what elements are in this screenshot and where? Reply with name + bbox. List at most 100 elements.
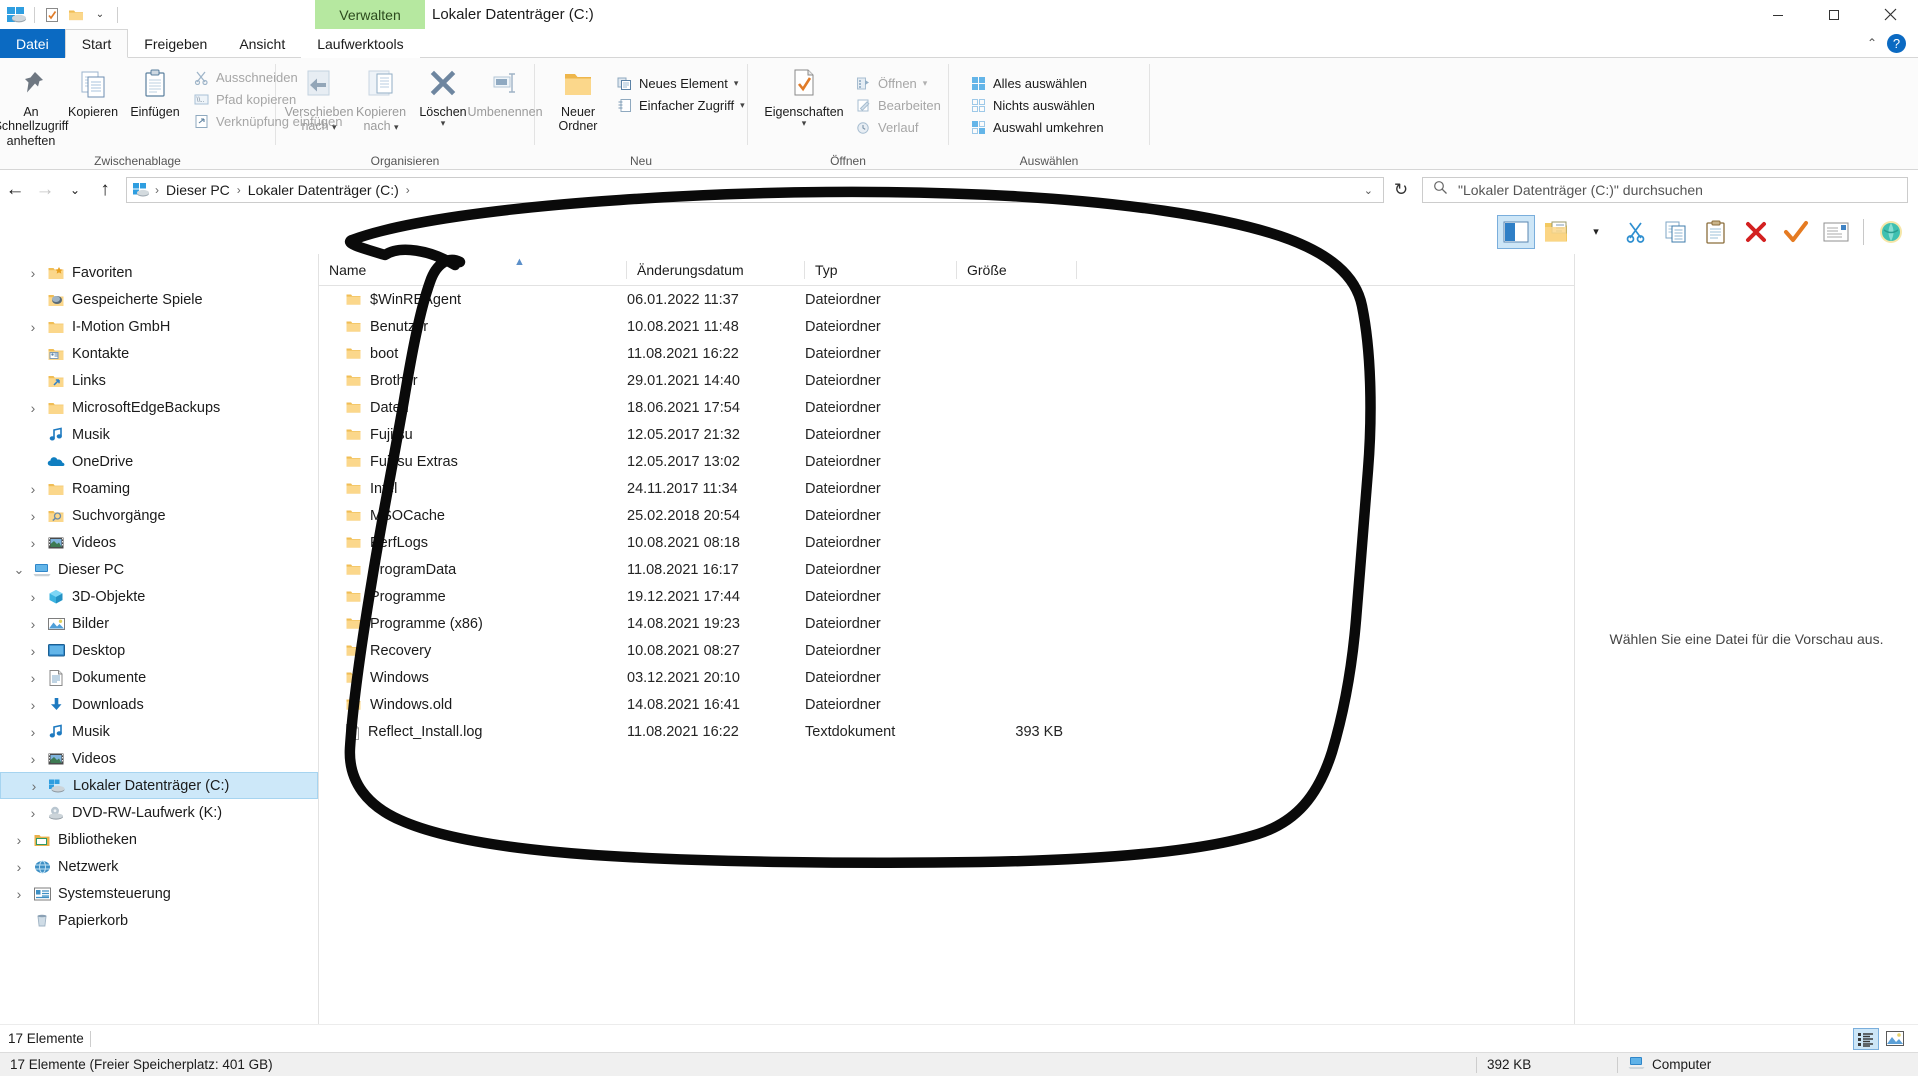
chevron-right-icon[interactable]: › bbox=[22, 265, 44, 281]
file-name-cell[interactable]: Programme bbox=[319, 589, 627, 605]
file-name-cell[interactable]: Fujitsu Extras bbox=[319, 454, 627, 470]
file-name-cell[interactable]: Reflect_Install.log bbox=[319, 723, 627, 740]
chevron-right-icon[interactable]: › bbox=[22, 400, 44, 416]
file-name-cell[interactable]: Windows bbox=[319, 670, 627, 686]
breadcrumb-dieser-pc[interactable]: Dieser PC bbox=[162, 182, 234, 198]
move-to-button[interactable]: Verschieben nach ▾ bbox=[285, 63, 353, 134]
table-row[interactable]: Fujitsu Extras 12.05.2017 13:02 Dateiordne… bbox=[319, 448, 1574, 475]
file-name-cell[interactable]: Benutzer bbox=[319, 319, 627, 335]
properties-icon[interactable] bbox=[41, 4, 63, 26]
column-header-type[interactable]: Typ bbox=[805, 254, 957, 286]
tab-laufwerktools[interactable]: Laufwerktools bbox=[301, 29, 420, 58]
file-name-cell[interactable]: ProgramData bbox=[319, 562, 627, 578]
preview-pane-icon[interactable] bbox=[1497, 214, 1535, 249]
sidebar-item-3d-objekte[interactable]: › 3D-Objekte bbox=[0, 583, 318, 610]
copy-icon[interactable] bbox=[1657, 215, 1695, 249]
select-none-button[interactable]: Nichts auswählen bbox=[963, 94, 1111, 116]
table-row[interactable]: PerfLogs 10.08.2021 08:18 Dateiordner bbox=[319, 529, 1574, 556]
shell-green-icon[interactable] bbox=[1872, 215, 1910, 249]
details-view-icon[interactable] bbox=[1853, 1027, 1879, 1050]
table-row[interactable]: boot 11.08.2021 16:22 Dateiordner bbox=[319, 340, 1574, 367]
easy-access-caret-icon[interactable]: ▾ bbox=[740, 100, 745, 110]
sidebar-item-favoriten[interactable]: › Favoriten bbox=[0, 259, 318, 286]
breadcrumb-sep-2[interactable]: › bbox=[403, 183, 413, 197]
easy-access-button[interactable]: Einfacher Zugriff ▾ bbox=[609, 94, 752, 116]
contextual-tab-verwalten[interactable]: Verwalten bbox=[315, 0, 425, 29]
file-name-cell[interactable]: boot bbox=[319, 346, 627, 362]
sidebar-item-links[interactable]: Links bbox=[0, 367, 318, 394]
table-row[interactable]: Daten 18.06.2021 17:54 Dateiordner bbox=[319, 394, 1574, 421]
recent-locations-button[interactable]: ⌄ bbox=[60, 175, 90, 205]
search-box[interactable]: "Lokaler Datenträger (C:)" durchsuchen bbox=[1422, 177, 1908, 203]
invert-selection-button[interactable]: Auswahl umkehren bbox=[963, 116, 1111, 138]
file-name-cell[interactable]: Windows.old bbox=[319, 697, 627, 713]
navigation-pane[interactable]: › Favoriten Gespeicherte Spiele › I-Motion G… bbox=[0, 254, 318, 1024]
table-row[interactable]: Programme (x86) 14.08.2021 19:23 Dateiordn… bbox=[319, 610, 1574, 637]
address-dropdown-icon[interactable]: ⌄ bbox=[1356, 184, 1381, 197]
folder-options-icon[interactable] bbox=[1537, 215, 1575, 249]
delete-button[interactable]: Löschen ▾ bbox=[412, 63, 474, 128]
ribbon-tab-strip[interactable]: Datei Start Freigeben Ansicht Laufwerkto… bbox=[0, 29, 1918, 58]
tab-freigeben[interactable]: Freigeben bbox=[128, 29, 223, 58]
tab-datei[interactable]: Datei bbox=[0, 29, 65, 58]
sidebar-item-netzwerk[interactable]: › Netzwerk bbox=[0, 853, 318, 880]
chevron-right-icon[interactable]: › bbox=[22, 805, 44, 821]
new-folder-icon[interactable] bbox=[65, 4, 87, 26]
sidebar-item-videos[interactable]: › Videos bbox=[0, 745, 318, 772]
new-item-caret-icon[interactable]: ▾ bbox=[734, 78, 739, 88]
sidebar-item-papierkorb[interactable]: Papierkorb bbox=[0, 907, 318, 934]
chevron-right-icon[interactable]: › bbox=[22, 535, 44, 551]
file-name-cell[interactable]: Recovery bbox=[319, 643, 627, 659]
back-button[interactable]: ← bbox=[0, 175, 30, 205]
customize-qat-chevron-icon[interactable]: ⌄ bbox=[89, 4, 111, 26]
sidebar-item-suchvorg-nge[interactable]: › Suchvorgänge bbox=[0, 502, 318, 529]
chevron-right-icon[interactable]: › bbox=[8, 886, 30, 902]
chevron-right-icon[interactable]: › bbox=[22, 670, 44, 686]
sidebar-item-roaming[interactable]: › Roaming bbox=[0, 475, 318, 502]
rename-button[interactable]: Umbenennen bbox=[467, 63, 543, 119]
chevron-right-icon[interactable]: › bbox=[22, 481, 44, 497]
sidebar-item-dokumente[interactable]: › Dokumente bbox=[0, 664, 318, 691]
refresh-button[interactable]: ↻ bbox=[1384, 175, 1418, 205]
chevron-right-icon[interactable]: › bbox=[22, 589, 44, 605]
sidebar-item-i-motion-gmbh[interactable]: › I-Motion GmbH bbox=[0, 313, 318, 340]
copy-button[interactable]: Kopieren bbox=[62, 63, 124, 119]
column-header-date[interactable]: Änderungsdatum bbox=[627, 254, 805, 286]
tab-ansicht[interactable]: Ansicht bbox=[223, 29, 301, 58]
file-name-cell[interactable]: Intel bbox=[319, 481, 627, 497]
dropdown-caret-icon[interactable]: ▾ bbox=[1577, 215, 1615, 249]
sidebar-item-kontakte[interactable]: Kontakte bbox=[0, 340, 318, 367]
chevron-right-icon[interactable]: › bbox=[22, 319, 44, 335]
sidebar-item-videos[interactable]: › Videos bbox=[0, 529, 318, 556]
sidebar-item-onedrive[interactable]: OneDrive bbox=[0, 448, 318, 475]
sidebar-item-bilder[interactable]: › Bilder bbox=[0, 610, 318, 637]
addon-toolbar[interactable]: ▾ bbox=[0, 209, 1918, 254]
select-all-button[interactable]: Alles auswählen bbox=[963, 72, 1111, 94]
chevron-right-icon[interactable]: › bbox=[22, 724, 44, 740]
sidebar-item-musik[interactable]: Musik bbox=[0, 421, 318, 448]
table-row[interactable]: MSOCache 25.02.2018 20:54 Dateiordner bbox=[319, 502, 1574, 529]
column-header-size[interactable]: Größe bbox=[957, 254, 1077, 286]
sidebar-item-dvd-rw-laufwerk-k[interactable]: › DVD-RW-Laufwerk (K:) bbox=[0, 799, 318, 826]
paste-button[interactable]: Einfügen bbox=[124, 63, 186, 119]
help-icon[interactable]: ? bbox=[1887, 33, 1906, 53]
column-header-row[interactable]: Name ▲ Änderungsdatum Typ Größe bbox=[319, 254, 1574, 286]
sidebar-item-lokaler-datentr-ger-c[interactable]: › Lokaler Datenträger (C:) bbox=[0, 772, 318, 799]
rename-icon[interactable] bbox=[1817, 215, 1855, 249]
sidebar-tree[interactable]: › Favoriten Gespeicherte Spiele › I-Motion G… bbox=[0, 254, 318, 934]
sidebar-item-bibliotheken[interactable]: › Bibliotheken bbox=[0, 826, 318, 853]
confirm-orange-check-icon[interactable] bbox=[1777, 215, 1815, 249]
properties-button[interactable]: Eigenschaften ▾ bbox=[760, 63, 848, 128]
edit-button[interactable]: Bearbeiten bbox=[848, 94, 948, 116]
window-controls[interactable] bbox=[1750, 0, 1918, 29]
sidebar-item-downloads[interactable]: › Downloads bbox=[0, 691, 318, 718]
cut-scissors-icon[interactable] bbox=[1617, 215, 1655, 249]
file-list-pane[interactable]: Name ▲ Änderungsdatum Typ Größe $WinREAg… bbox=[319, 254, 1574, 1024]
chevron-right-icon[interactable]: › bbox=[22, 508, 44, 524]
chevron-right-icon[interactable]: › bbox=[22, 616, 44, 632]
table-row[interactable]: ProgramData 11.08.2021 16:17 Dateiordner bbox=[319, 556, 1574, 583]
maximize-button[interactable] bbox=[1806, 0, 1862, 29]
collapse-ribbon-icon[interactable]: ⌃ bbox=[1867, 36, 1877, 50]
delete-caret-icon[interactable]: ▾ bbox=[441, 119, 446, 128]
sidebar-item-gespeicherte-spiele[interactable]: Gespeicherte Spiele bbox=[0, 286, 318, 313]
